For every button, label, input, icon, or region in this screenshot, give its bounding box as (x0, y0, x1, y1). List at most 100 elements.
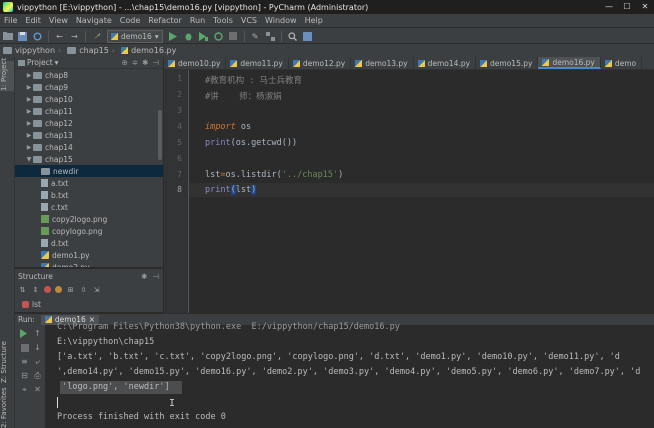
field-filter-icon[interactable] (44, 286, 51, 293)
wrap-icon[interactable]: ≡ (19, 356, 30, 367)
tree-item[interactable]: ▶ chap12 (15, 117, 163, 129)
run-configuration-select[interactable]: demo16 ▾ (107, 29, 163, 43)
structure-tool-tab[interactable]: Z: Structure (0, 337, 14, 387)
menu-vcs[interactable]: VCS (237, 14, 261, 27)
property-filter-icon[interactable] (55, 286, 62, 293)
editor-tab[interactable]: demo12.py (289, 57, 352, 69)
maximize-button[interactable]: ☐ (618, 0, 636, 14)
profile-icon[interactable] (213, 31, 224, 42)
tree-item[interactable]: d.txt (15, 237, 163, 249)
hide-icon[interactable]: ⊣ (152, 58, 159, 67)
project-structure-icon[interactable] (265, 31, 276, 42)
breadcrumb-project[interactable]: vippython › (0, 46, 64, 55)
chevron-right-icon[interactable]: ▶ (25, 108, 33, 115)
chevron-down-icon[interactable]: ▼ (25, 156, 33, 163)
tree-item[interactable]: demo1.py (15, 249, 163, 261)
editor-tab[interactable]: demo10.py (164, 57, 227, 69)
gear-icon[interactable]: ✱ (141, 272, 147, 281)
hide-icon[interactable]: ⊣ (152, 272, 159, 281)
editor-tab[interactable]: demo16.py (538, 57, 601, 69)
tree-item[interactable]: demo2.py (15, 261, 163, 267)
editor-tab[interactable]: demo14.py (414, 57, 477, 69)
collapse-all-icon[interactable]: ⇲ (92, 285, 101, 294)
structure-item[interactable]: lst (22, 300, 41, 309)
tree-item[interactable]: ▶ chap9 (15, 81, 163, 93)
menu-navigate[interactable]: Navigate (72, 14, 116, 27)
code-line-5[interactable]: print(os.getcwd()) (205, 138, 297, 148)
rerun-icon[interactable] (19, 328, 30, 339)
menu-window[interactable]: Window (261, 14, 301, 27)
coverage-icon[interactable] (198, 31, 209, 42)
debug-icon[interactable] (183, 31, 194, 42)
favorites-tool-tab[interactable]: 2: Favorites (0, 387, 14, 428)
print-icon[interactable]: ⎙ (32, 370, 43, 381)
collapse-all-icon[interactable]: ≑ (132, 58, 138, 67)
expand-all-icon[interactable]: ⇳ (79, 285, 88, 294)
menu-view[interactable]: View (45, 14, 72, 27)
tree-item[interactable]: a.txt (15, 177, 163, 189)
tree-item[interactable]: copy2logo.png (15, 213, 163, 225)
tree-item[interactable]: ▶ chap14 (15, 141, 163, 153)
forward-icon[interactable]: → (69, 31, 80, 42)
tree-item[interactable]: ▶ chap10 (15, 93, 163, 105)
code-line-7[interactable]: lst=os.listdir('../chap15') (205, 170, 343, 180)
project-view-select[interactable]: Project ▾ (18, 58, 58, 67)
python-console-icon[interactable] (302, 31, 313, 42)
back-icon[interactable]: ← (54, 31, 65, 42)
menu-file[interactable]: File (0, 14, 21, 27)
chevron-right-icon[interactable]: ▶ (25, 144, 33, 151)
menu-run[interactable]: Run (186, 14, 209, 27)
sync-icon[interactable] (32, 31, 43, 42)
open-folder-icon[interactable] (2, 31, 13, 42)
menu-edit[interactable]: Edit (21, 14, 45, 27)
editor-tab[interactable]: demo (601, 57, 643, 69)
project-tree-scrollbar[interactable] (158, 110, 162, 160)
inherited-icon[interactable]: ⊞ (66, 285, 75, 294)
pin-icon[interactable]: ⌖ (19, 384, 30, 395)
locate-icon[interactable]: ⊕ (122, 58, 128, 67)
stop-icon[interactable] (19, 342, 30, 353)
search-icon[interactable] (287, 31, 298, 42)
sort-alpha-icon[interactable]: ↕ (31, 285, 40, 294)
breadcrumb-file[interactable]: demo16.py (118, 46, 179, 55)
tree-item[interactable]: ▶ chap11 (15, 105, 163, 117)
code-line-2[interactable]: #讲 师：杨淑娟 (205, 90, 282, 102)
soft-wrap-icon[interactable]: ⤶ (32, 356, 43, 367)
build-icon[interactable] (91, 31, 102, 42)
tree-item[interactable]: copylogo.png (15, 225, 163, 237)
code-line-4[interactable]: import os (205, 122, 251, 132)
editor-tab[interactable]: demo15.py (476, 57, 539, 69)
sort-icon[interactable]: ⇅ (18, 285, 27, 294)
code-line-8[interactable]: print(lst) (205, 185, 257, 195)
chevron-right-icon[interactable]: ▶ (25, 84, 33, 91)
trash-icon[interactable]: ✕ (32, 384, 43, 395)
tree-item[interactable]: b.txt (15, 189, 163, 201)
save-all-icon[interactable] (17, 31, 28, 42)
settings-wrench-icon[interactable]: ✎ (250, 31, 261, 42)
editor-tab[interactable]: demo13.py (351, 57, 414, 69)
scroll-up-icon[interactable]: ↑ (32, 328, 43, 339)
project-tool-tab[interactable]: 1: Project (0, 58, 14, 91)
chevron-right-icon[interactable]: ▶ (25, 96, 33, 103)
menu-help[interactable]: Help (301, 14, 327, 27)
stop-icon[interactable] (228, 31, 239, 42)
code-line-1[interactable]: #教育机构 : 马士兵教育 (205, 74, 302, 86)
menu-tools[interactable]: Tools (209, 14, 237, 27)
minimize-button[interactable]: — (600, 0, 618, 14)
run-icon[interactable] (168, 31, 179, 42)
tree-item[interactable]: ▶ chap8 (15, 69, 163, 81)
gear-icon[interactable]: ✱ (142, 58, 148, 67)
chevron-right-icon[interactable]: ▶ (25, 132, 33, 139)
restore-layout-icon[interactable]: ⊟ (19, 370, 30, 381)
editor-tab[interactable]: demo11.py (226, 57, 289, 69)
tree-item[interactable]: newdir (15, 165, 163, 177)
tree-item[interactable]: ▶ chap13 (15, 129, 163, 141)
tree-item[interactable]: ▼ chap15 (15, 153, 163, 165)
menu-refactor[interactable]: Refactor (144, 14, 186, 27)
menu-code[interactable]: Code (116, 14, 144, 27)
scroll-down-icon[interactable]: ↓ (32, 342, 43, 353)
close-button[interactable]: ✕ (636, 0, 654, 14)
breadcrumb-folder[interactable]: chap15 › (64, 46, 118, 55)
tree-item[interactable]: c.txt (15, 201, 163, 213)
chevron-right-icon[interactable]: ▶ (25, 120, 33, 127)
